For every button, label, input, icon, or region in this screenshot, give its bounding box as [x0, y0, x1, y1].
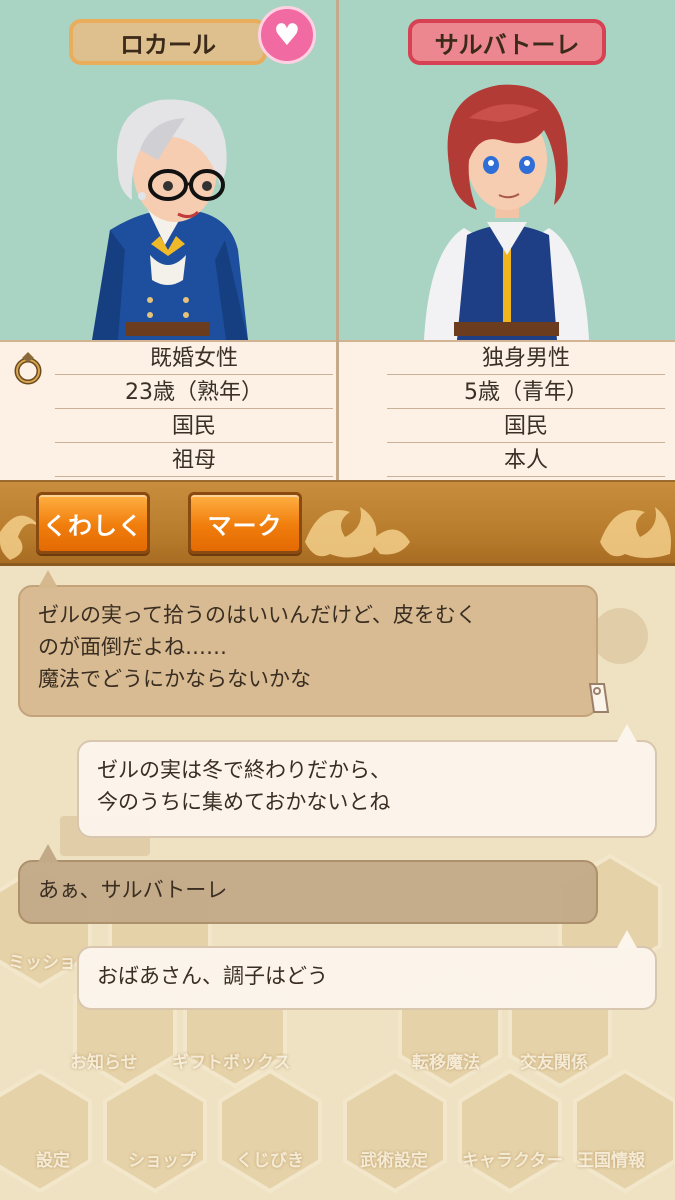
- right-character-name: サルバトーレ: [408, 19, 606, 65]
- right-info-age: 5歳（青年）: [387, 376, 665, 409]
- right-info-status: 国民: [387, 410, 665, 443]
- background-menu-kingdom-info: 王国情報: [577, 1151, 645, 1171]
- left-info-status: 国民: [55, 410, 333, 443]
- background-menu-friends: 交友関係: [520, 1053, 588, 1073]
- message-3-line-1: あぁ、サルバトーレ: [38, 878, 228, 902]
- right-info-column: 独身男性 5歳（青年） 国民 本人: [339, 342, 675, 482]
- right-character-panel[interactable]: サルバトーレ: [339, 0, 675, 340]
- background-menu-news: お知らせ: [70, 1053, 138, 1073]
- message-bubble-1: ゼルの実って拾うのはいいんだけど、皮をむく のが面倒だよね…… 魔法でどうにかな…: [18, 585, 598, 717]
- message-bubble-4: おばあさん、調子はどう: [77, 946, 657, 1010]
- right-info-relation: 本人: [387, 444, 665, 477]
- left-info-relation: 祖母: [55, 444, 333, 477]
- left-character-name: ロカール: [69, 19, 267, 65]
- message-4-tail: [617, 930, 637, 948]
- message-bubble-3: あぁ、サルバトーレ: [18, 860, 598, 924]
- right-info-marital: 独身男性: [387, 342, 665, 375]
- pin-icon[interactable]: [586, 680, 612, 716]
- message-bubble-2: ゼルの実は冬で終わりだから、 今のうちに集めておかないとね: [77, 740, 657, 838]
- left-character-panel[interactable]: ロカール ♥: [0, 0, 336, 340]
- background-menu-settings: 設定: [36, 1151, 70, 1171]
- background-menu-martial-settings: 武術設定: [360, 1151, 428, 1171]
- heart-icon[interactable]: ♥: [258, 6, 316, 64]
- action-bar: くわしく マーク: [0, 480, 675, 566]
- message-1-line-3: 魔法でどうにかならないかな: [38, 667, 311, 691]
- mark-button[interactable]: マーク: [188, 492, 302, 554]
- message-4-line-1: おばあさん、調子はどう: [97, 964, 328, 988]
- left-info-marital: 既婚女性: [55, 342, 333, 375]
- message-1-tail: [38, 570, 58, 588]
- panel-divider: [336, 0, 339, 480]
- message-2-line-1: ゼルの実は冬で終わりだから、: [97, 758, 391, 782]
- left-info-column: 既婚女性 23歳（熟年） 国民 祖母: [0, 342, 336, 482]
- background-menu-shop: ショップ: [128, 1151, 196, 1171]
- background-menu-gift-box: ギフトボックス: [172, 1053, 291, 1073]
- message-3-tail: [38, 844, 58, 862]
- ring-icon: [14, 352, 42, 385]
- message-1-line-2: のが面倒だよね……: [38, 635, 227, 659]
- detail-button[interactable]: くわしく: [36, 492, 150, 554]
- background-menu-character: キャラクター: [462, 1151, 564, 1171]
- background-menu-lottery: くじびき: [236, 1151, 304, 1171]
- left-info-age: 23歳（熟年）: [55, 376, 333, 409]
- background-menu-teleport: 転移魔法: [412, 1053, 480, 1073]
- message-2-line-2: 今のうちに集めておかないとね: [97, 790, 391, 814]
- message-2-tail: [617, 724, 637, 742]
- message-1-line-1: ゼルの実って拾うのはいいんだけど、皮をむく: [38, 603, 477, 627]
